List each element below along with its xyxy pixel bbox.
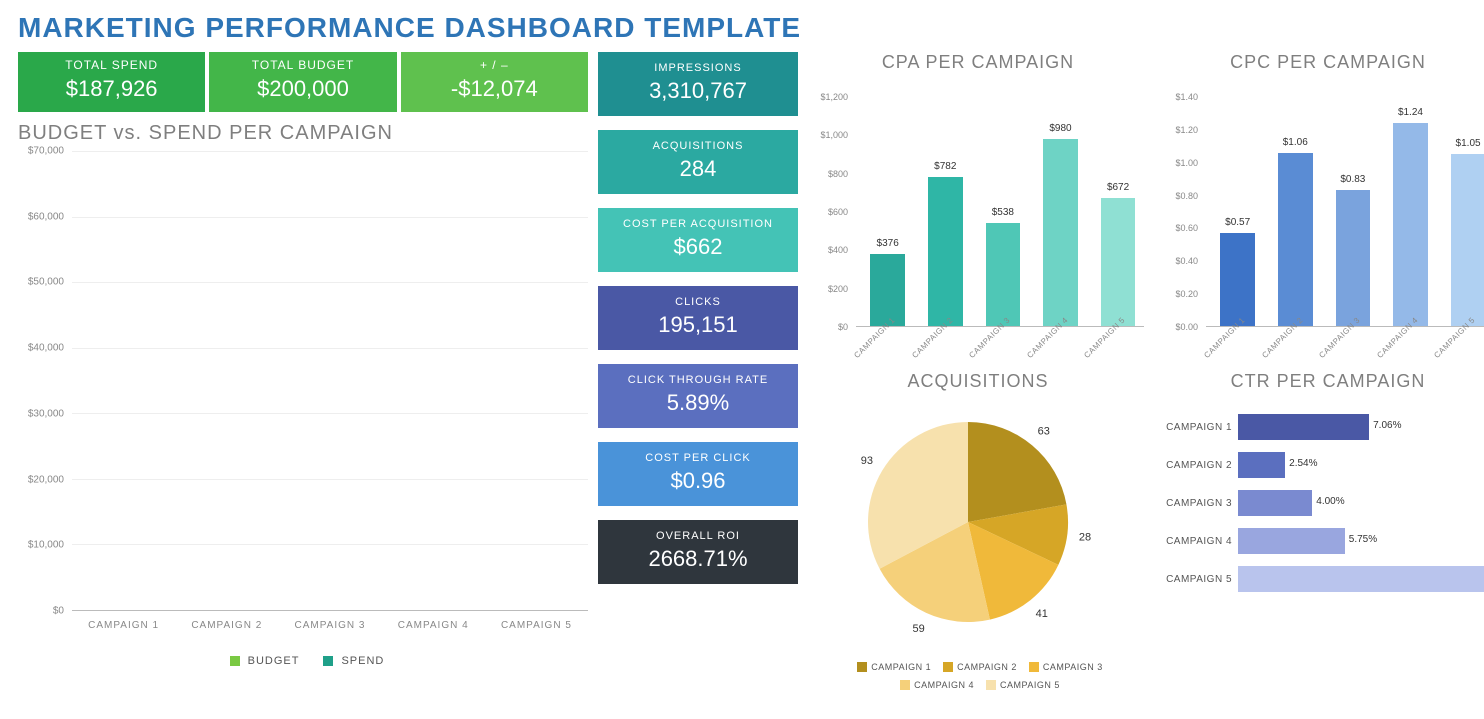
bar: $672: [1101, 198, 1136, 326]
metric-label: ACQUISITIONS: [602, 140, 794, 152]
kpi-1: TOTAL BUDGET $200,000: [209, 52, 396, 112]
budget-spend-legend: BUDGETSPEND: [18, 655, 588, 669]
hbar: [1238, 528, 1345, 554]
acquisitions-pie-title: ACQUISITIONS: [808, 371, 1148, 392]
budget-spend-chart: $0$10,000$20,000$30,000$40,000$50,000$60…: [18, 151, 588, 651]
metric-value: 195,151: [602, 312, 794, 338]
ctr-chart: CAMPAIGN 1 7.06% CAMPAIGN 2 2.54% CAMPAI…: [1158, 396, 1484, 592]
kpi-0: TOTAL SPEND $187,926: [18, 52, 205, 112]
metric-card-5: COST PER CLICK $0.96: [598, 442, 798, 506]
metric-label: OVERALL ROI: [602, 530, 794, 542]
bar: $0.83: [1336, 190, 1371, 326]
svg-text:28: 28: [1079, 532, 1091, 544]
kpi-label: + / –: [405, 58, 584, 72]
kpi-label: TOTAL SPEND: [22, 58, 201, 72]
bar: $1.06: [1278, 153, 1313, 326]
bar: $0.57: [1220, 233, 1255, 326]
svg-text:93: 93: [861, 455, 873, 467]
ctr-row: CAMPAIGN 5 13.82%: [1158, 566, 1484, 592]
cpc-chart-title: CPC PER CAMPAIGN: [1158, 52, 1484, 73]
pie-slice: [968, 422, 1066, 522]
bar: $782: [928, 177, 963, 326]
hbar: [1238, 566, 1484, 592]
bar: $376: [870, 254, 905, 326]
kpi-value: $200,000: [213, 76, 392, 102]
ctr-row: CAMPAIGN 4 5.75%: [1158, 528, 1484, 554]
metric-value: $0.96: [602, 468, 794, 494]
metric-label: COST PER CLICK: [602, 452, 794, 464]
metric-value: 3,310,767: [602, 78, 794, 104]
kpi-2: + / – -$12,074: [401, 52, 588, 112]
metric-cards-column: IMPRESSIONS 3,310,767 ACQUISITIONS 284 COST …: [598, 52, 798, 694]
svg-text:59: 59: [913, 623, 925, 635]
kpi-label: TOTAL BUDGET: [213, 58, 392, 72]
ctr-row: CAMPAIGN 3 4.00%: [1158, 490, 1484, 516]
cpa-chart-title: CPA PER CAMPAIGN: [808, 52, 1148, 73]
svg-text:41: 41: [1036, 608, 1048, 620]
page-title: MARKETING PERFORMANCE DASHBOARD TEMPLATE: [18, 12, 1466, 44]
metric-value: 284: [602, 156, 794, 182]
hbar: [1238, 452, 1285, 478]
kpi-row: TOTAL SPEND $187,926 TOTAL BUDGET $200,000 +…: [18, 52, 588, 112]
metric-card-6: OVERALL ROI 2668.71%: [598, 520, 798, 584]
kpi-value: $187,926: [22, 76, 201, 102]
hbar: [1238, 490, 1312, 516]
ctr-row: CAMPAIGN 2 2.54%: [1158, 452, 1484, 478]
cpc-chart: $0.00$0.20$0.40$0.60$0.80$1.00$1.20$1.40…: [1158, 77, 1484, 367]
budget-spend-title: BUDGET vs. SPEND PER CAMPAIGN: [18, 122, 588, 145]
ctr-chart-title: CTR PER CAMPAIGN: [1158, 371, 1484, 392]
bar: $980: [1043, 139, 1078, 326]
metric-label: CLICKS: [602, 296, 794, 308]
bar: $538: [986, 223, 1021, 326]
cpa-chart: $0$200$400$600$800$1,000$1,200$376$782$5…: [808, 77, 1148, 367]
svg-text:63: 63: [1038, 425, 1050, 437]
metric-label: CLICK THROUGH RATE: [602, 374, 794, 386]
metric-value: $662: [602, 234, 794, 260]
acquisitions-pie-legend: CAMPAIGN 1CAMPAIGN 2CAMPAIGN 3CAMPAIGN 4…: [808, 658, 1148, 694]
metric-card-3: CLICKS 195,151: [598, 286, 798, 350]
metric-card-0: IMPRESSIONS 3,310,767: [598, 52, 798, 116]
bar: $1.24: [1393, 123, 1428, 326]
metric-card-4: CLICK THROUGH RATE 5.89%: [598, 364, 798, 428]
metric-label: COST PER ACQUISITION: [602, 218, 794, 230]
metric-value: 2668.71%: [602, 546, 794, 572]
kpi-value: -$12,074: [405, 76, 584, 102]
metric-value: 5.89%: [602, 390, 794, 416]
metric-card-1: ACQUISITIONS 284: [598, 130, 798, 194]
hbar: [1238, 414, 1369, 440]
acquisitions-pie-chart: 63 28 41 59 93: [808, 402, 1148, 652]
metric-label: IMPRESSIONS: [602, 62, 794, 74]
metric-card-2: COST PER ACQUISITION $662: [598, 208, 798, 272]
bar: $1.05: [1451, 154, 1484, 326]
ctr-row: CAMPAIGN 1 7.06%: [1158, 414, 1484, 440]
